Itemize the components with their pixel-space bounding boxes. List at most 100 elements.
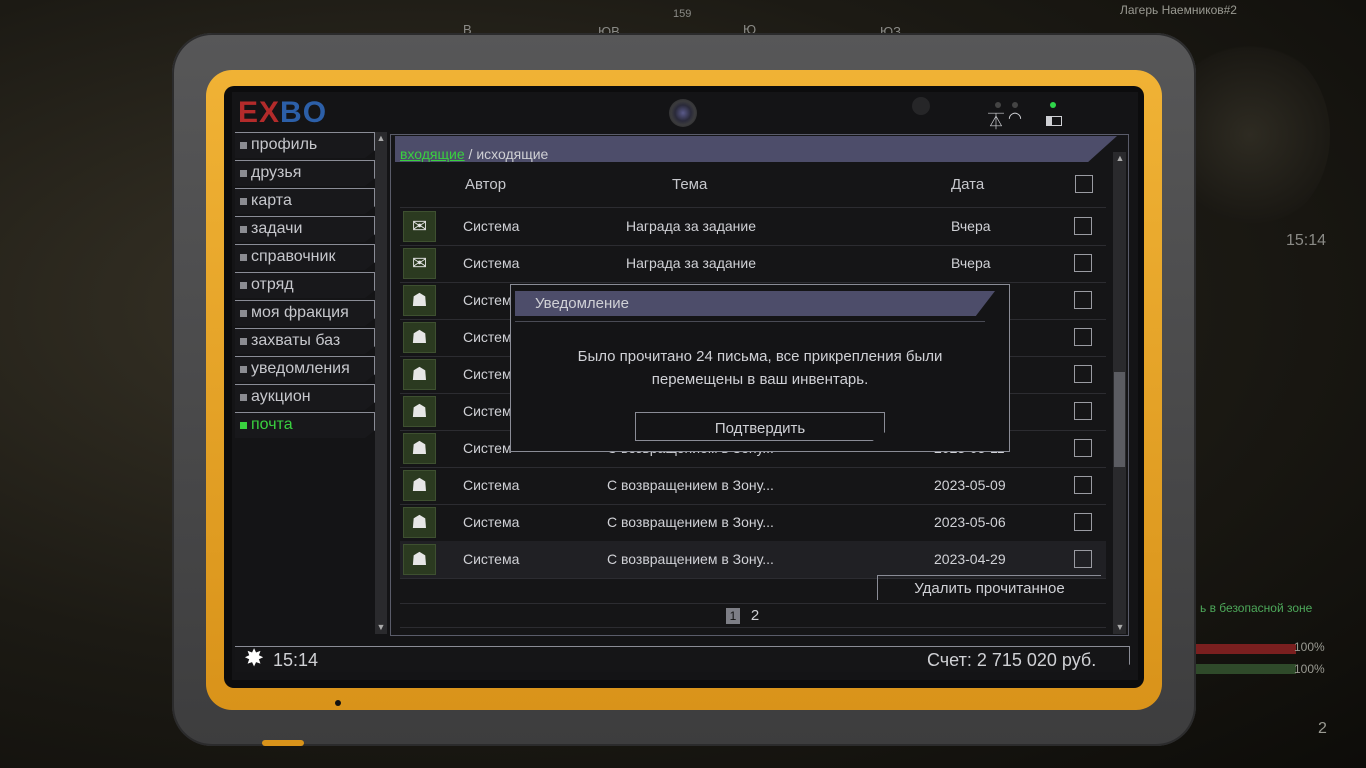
row-author: Система bbox=[463, 551, 520, 567]
row-date: 2023-05-06 bbox=[934, 514, 1006, 530]
stalker-icon: ☗ bbox=[403, 544, 436, 575]
bullet-icon bbox=[240, 366, 247, 373]
scroll-down-icon[interactable]: ▼ bbox=[376, 622, 386, 632]
divider bbox=[400, 603, 1106, 604]
mic-dot bbox=[335, 700, 341, 706]
bullet-icon bbox=[240, 422, 247, 429]
sun-icon: ✸ bbox=[244, 645, 265, 672]
sidebar-item-friends[interactable]: друзья bbox=[235, 160, 375, 186]
table-row[interactable]: ☗ Система С возвращением в Зону... 2023-05-… bbox=[400, 467, 1106, 505]
row-checkbox[interactable] bbox=[1074, 328, 1092, 346]
sidebar-item-map[interactable]: карта bbox=[235, 188, 375, 214]
row-date: Вчера bbox=[951, 255, 991, 271]
sidebar-item-label: уведомления bbox=[251, 360, 350, 377]
sidebar-item-label: карта bbox=[251, 192, 292, 209]
sidebar-item-label: аукцион bbox=[251, 388, 311, 405]
row-author: Систем bbox=[463, 403, 512, 419]
tab-inbox[interactable]: входящие bbox=[400, 146, 465, 162]
row-checkbox[interactable] bbox=[1074, 254, 1092, 272]
row-author: Система bbox=[463, 255, 520, 271]
stalker-icon: ☗ bbox=[403, 433, 436, 464]
sidebar-item-auction[interactable]: аукцион bbox=[235, 384, 375, 410]
bullet-icon bbox=[240, 394, 247, 401]
page-2-button[interactable]: 2 bbox=[748, 608, 762, 624]
row-date: 2023-05-09 bbox=[934, 477, 1006, 493]
mail-tabs: входящие / исходящие bbox=[395, 136, 1117, 162]
camera-icon bbox=[669, 99, 697, 127]
balance: Счет: 2 715 020 руб. bbox=[927, 650, 1097, 670]
envelope-icon: ✉ bbox=[403, 211, 436, 242]
sidebar-item-label: друзья bbox=[251, 164, 302, 181]
sidebar-scrollbar[interactable] bbox=[375, 132, 387, 634]
sidebar-item-label: профиль bbox=[251, 136, 318, 153]
battery-icon bbox=[1046, 116, 1062, 126]
row-checkbox[interactable] bbox=[1074, 476, 1092, 494]
hud-time: 15:14 bbox=[1286, 232, 1327, 249]
row-checkbox[interactable] bbox=[1074, 439, 1092, 457]
table-row[interactable]: ✉ Система Награда за задание Вчера bbox=[400, 208, 1106, 246]
sidebar-item-handbook[interactable]: справочник bbox=[235, 244, 375, 270]
table-row-partial bbox=[400, 197, 1106, 208]
health-percent: 100% bbox=[1294, 640, 1325, 654]
row-author: Систем bbox=[463, 329, 512, 345]
sidebar-item-base-captures[interactable]: захваты баз bbox=[235, 328, 375, 354]
power-button bbox=[262, 740, 304, 746]
row-subject: Награда за задание bbox=[626, 218, 757, 234]
row-checkbox[interactable] bbox=[1074, 291, 1092, 309]
column-date[interactable]: Дата bbox=[951, 176, 984, 193]
logo-part: EX bbox=[238, 96, 281, 129]
sidebar-item-faction[interactable]: моя фракция bbox=[235, 300, 375, 326]
sidebar-item-mail[interactable]: почта bbox=[235, 412, 375, 438]
sidebar-item-notifications[interactable]: уведомления bbox=[235, 356, 375, 382]
bullet-icon bbox=[240, 142, 247, 149]
row-checkbox[interactable] bbox=[1074, 402, 1092, 420]
page-1-button[interactable]: 1 bbox=[726, 608, 740, 624]
stamina-bar bbox=[1196, 664, 1296, 674]
sidebar-item-label: отряд bbox=[251, 276, 294, 293]
envelope-icon: ✉ bbox=[403, 248, 436, 279]
delete-read-button[interactable]: Удалить прочитанное bbox=[877, 575, 1101, 600]
confirm-button[interactable]: Подтвердить bbox=[635, 412, 885, 441]
mail-scroll-thumb[interactable] bbox=[1114, 372, 1125, 467]
antenna-icon: ⏄ bbox=[988, 114, 1005, 131]
bullet-icon bbox=[240, 310, 247, 317]
scroll-up-icon[interactable]: ▲ bbox=[376, 133, 386, 143]
row-checkbox[interactable] bbox=[1074, 550, 1092, 568]
sidebar-item-tasks[interactable]: задачи bbox=[235, 216, 375, 242]
column-author[interactable]: Автор bbox=[465, 176, 506, 193]
row-author: Систем bbox=[463, 440, 512, 456]
column-subject[interactable]: Тема bbox=[672, 176, 707, 193]
stamina-percent: 100% bbox=[1294, 662, 1325, 676]
select-all-checkbox[interactable] bbox=[1075, 175, 1093, 193]
table-row[interactable]: ✉ Система Награда за задание Вчера bbox=[400, 245, 1106, 283]
scroll-up-icon[interactable]: ▲ bbox=[1115, 153, 1125, 163]
compass-heading: 159 bbox=[673, 8, 692, 20]
dialog-title: Уведомление bbox=[515, 291, 995, 316]
row-author: Система bbox=[463, 477, 520, 493]
stalker-icon: ☗ bbox=[403, 507, 436, 538]
row-date: 2023-04-29 bbox=[934, 551, 1006, 567]
row-checkbox[interactable] bbox=[1074, 513, 1092, 531]
safe-zone-text: ь в безопасной зоне bbox=[1200, 601, 1313, 615]
row-checkbox[interactable] bbox=[1074, 217, 1092, 235]
sidebar-item-label: моя фракция bbox=[251, 304, 349, 321]
pagination: 12 bbox=[726, 607, 770, 624]
sidebar-item-label: захваты баз bbox=[251, 332, 341, 349]
sidebar-item-label: справочник bbox=[251, 248, 336, 265]
row-author: Систем bbox=[463, 366, 512, 382]
table-row[interactable]: ☗ Система С возвращением в Зону... 2023-05-… bbox=[400, 504, 1106, 542]
row-checkbox[interactable] bbox=[1074, 365, 1092, 383]
row-author: Система bbox=[463, 218, 520, 234]
scroll-down-icon[interactable]: ▼ bbox=[1115, 622, 1125, 632]
footer-time: 15:14 bbox=[273, 650, 319, 670]
sidebar-item-label: почта bbox=[251, 416, 293, 433]
bullet-icon bbox=[240, 198, 247, 205]
row-subject: С возвращением в Зону... bbox=[607, 514, 774, 530]
health-bar bbox=[1196, 644, 1296, 654]
location-label: Лагерь Наемников#2 bbox=[1120, 3, 1237, 17]
table-row[interactable]: ☗ Система С возвращением в Зону... 2023-04-… bbox=[400, 541, 1106, 579]
tab-outbox[interactable]: исходящие bbox=[476, 146, 548, 162]
sidebar-item-profile[interactable]: профиль bbox=[235, 132, 375, 158]
sidebar-item-squad[interactable]: отряд bbox=[235, 272, 375, 298]
sidebar-item-label: задачи bbox=[251, 220, 303, 237]
